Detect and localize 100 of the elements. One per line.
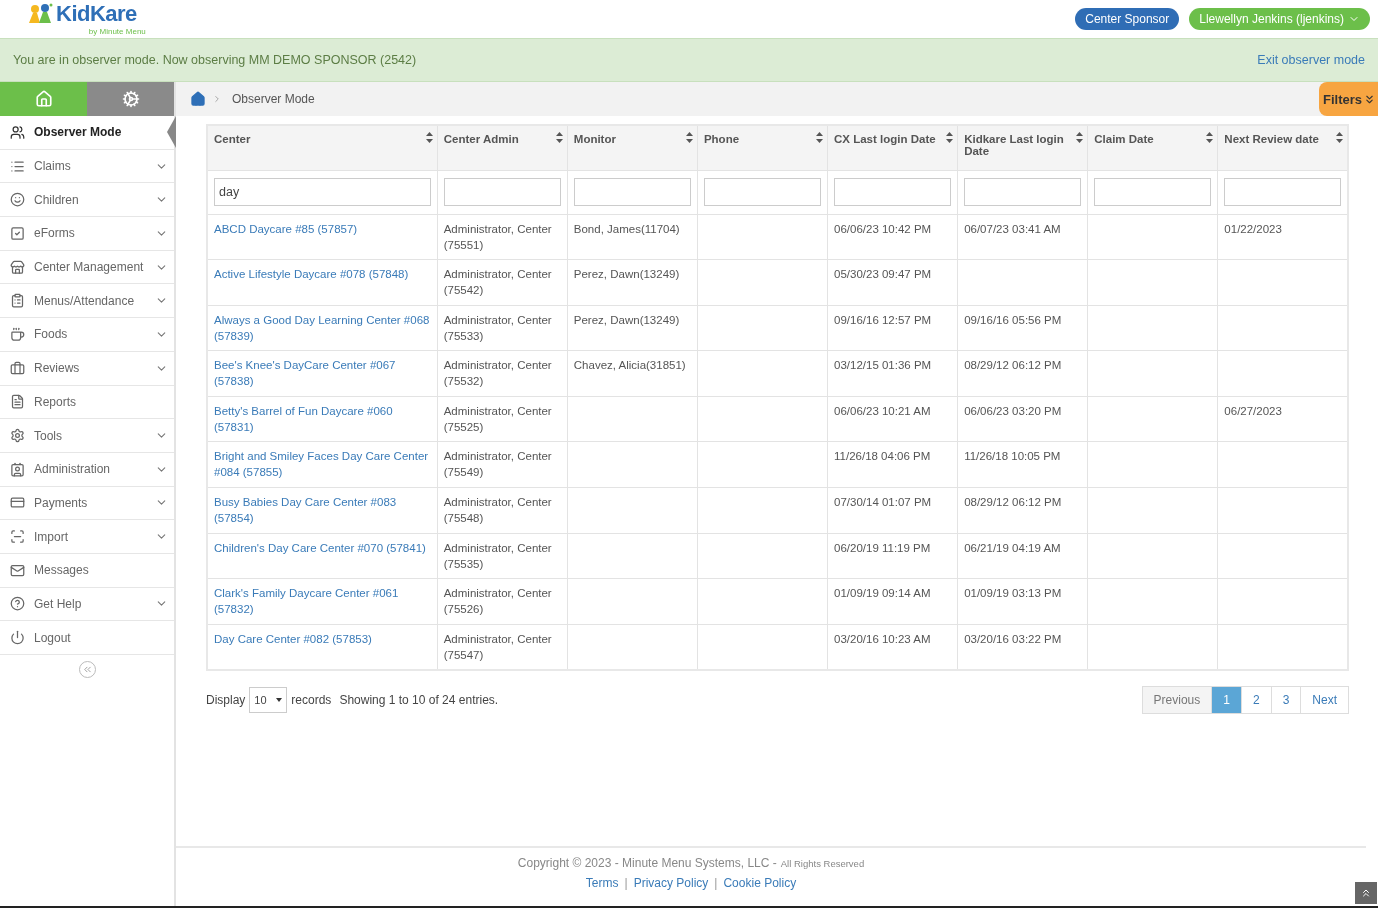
- caret-icon: [276, 697, 283, 702]
- table-cell: Administrator, Center (75547): [443, 632, 552, 661]
- next-page-button[interactable]: Next: [1300, 685, 1349, 714]
- column-filter-field[interactable]: [443, 178, 561, 206]
- table-cell: 06/06/23 10:21 AM: [834, 404, 931, 417]
- link-separator: |: [624, 876, 628, 890]
- column-header[interactable]: Center: [207, 125, 438, 170]
- previous-page-button[interactable]: Previous: [1141, 685, 1213, 714]
- logo-tagline: by Minute Menu: [88, 26, 146, 36]
- store-icon: [10, 259, 25, 275]
- table-cell: 09/16/16 12:57 PM: [834, 313, 932, 326]
- double-chevron-up-icon: [1360, 887, 1372, 899]
- table-cell: Chavez, Alicia(31851): [573, 359, 686, 372]
- footer-link[interactable]: Privacy Policy: [633, 876, 709, 890]
- table-cell: 11/26/18 04:06 PM: [834, 450, 931, 463]
- table-cell: 01/09/19 03:13 PM: [964, 587, 1062, 600]
- collapse-sidebar-button[interactable]: [78, 661, 96, 678]
- banner-message: You are in observer mode. Now observing MM DEMO SPONSOR (2542): [13, 53, 417, 67]
- table-cell: Administrator, Center (75542): [443, 268, 552, 297]
- display-label: Display: [206, 692, 246, 707]
- column-filter-field[interactable]: [964, 178, 1082, 206]
- settings-tab[interactable]: [87, 82, 174, 116]
- sidebar-item[interactable]: Observer Mode: [0, 116, 174, 150]
- column-filter-field[interactable]: [1094, 178, 1212, 206]
- table-cell: 01/09/19 09:14 AM: [834, 587, 931, 600]
- sort-icon[interactable]: [555, 132, 563, 143]
- sort-icon[interactable]: [1336, 132, 1343, 143]
- breadcrumb-current: Observer Mode: [232, 92, 316, 106]
- sort-icon[interactable]: [1076, 132, 1084, 143]
- home-icon[interactable]: [190, 91, 206, 107]
- footer-link[interactable]: Terms: [585, 876, 619, 890]
- sort-icon[interactable]: [425, 132, 433, 143]
- sort-icon[interactable]: [946, 132, 954, 143]
- list-icon: [10, 158, 25, 174]
- column-header[interactable]: Phone: [697, 125, 828, 170]
- entries-summary: Showing 1 to 10 of 24 entries.: [339, 692, 499, 707]
- page-size-select[interactable]: 10: [249, 686, 288, 713]
- table-cell: Bond, James(11704): [573, 222, 680, 235]
- table-cell: Administrator, Center (75551): [443, 222, 552, 251]
- column-filter-field[interactable]: [1224, 178, 1341, 206]
- table-cell: 06/21/19 04:19 AM: [964, 541, 1061, 554]
- table-cell: 08/29/12 06:12 PM: [964, 496, 1062, 509]
- footer-link[interactable]: Cookie Policy: [723, 876, 797, 890]
- copyright-text: Copyright © 2023 - Minute Menu Systems, LLC -: [517, 856, 777, 870]
- home-tab[interactable]: [0, 82, 87, 116]
- table-cell: Administrator, Center (75533): [443, 313, 552, 342]
- credit-card-icon: [10, 495, 25, 511]
- table-cell: Perez, Dawn(13249): [573, 313, 680, 326]
- exit-observer-link[interactable]: Exit observer mode: [1257, 53, 1365, 67]
- column-header[interactable]: Kidkare Last login Date: [957, 125, 1088, 170]
- table-cell: 11/26/18 10:05 PM: [964, 450, 1061, 463]
- filters-button[interactable]: Filters: [1319, 82, 1378, 116]
- records-label: records: [291, 692, 332, 707]
- help-icon: [10, 596, 25, 612]
- double-chevron-left-icon: [81, 664, 93, 675]
- scroll-to-top-button[interactable]: [1355, 882, 1377, 904]
- logo-icon: [28, 2, 54, 25]
- gears-icon: [121, 90, 140, 108]
- column-header[interactable]: Center Admin: [437, 125, 568, 170]
- power-icon: [10, 630, 25, 646]
- checkbox-icon: [10, 225, 25, 241]
- table-cell: Administrator, Center (75548): [443, 496, 552, 525]
- breadcrumb-separator-icon: [212, 94, 222, 104]
- column-filter-field[interactable]: [703, 178, 821, 206]
- table-cell: Administrator, Center (75535): [443, 541, 552, 570]
- id-card-icon: [10, 461, 25, 477]
- table-cell: 06/07/23 03:41 AM: [964, 222, 1061, 235]
- column-header[interactable]: Claim Date: [1087, 125, 1218, 170]
- link-separator: |: [714, 876, 718, 890]
- column-header[interactable]: CX Last login Date: [827, 125, 958, 170]
- scan-icon: [10, 529, 25, 545]
- role-button[interactable]: Center Sponsor: [1075, 8, 1180, 30]
- sort-icon[interactable]: [685, 132, 693, 143]
- rights-text: All Rights Reserved: [780, 858, 865, 869]
- home-icon: [34, 90, 53, 108]
- table-cell: 06/06/23 03:20 PM: [964, 404, 1062, 417]
- sort-icon[interactable]: [1206, 132, 1214, 143]
- column-filter-field[interactable]: [573, 178, 691, 206]
- table-cell: 03/20/16 10:23 AM: [834, 632, 931, 645]
- table-cell: 03/12/15 01:36 PM: [834, 359, 932, 372]
- mail-icon: [10, 562, 25, 578]
- table-cell: Administrator, Center (75525): [443, 404, 552, 433]
- column-filter-field[interactable]: [834, 178, 952, 206]
- table-cell: 06/27/2023: [1224, 404, 1282, 417]
- column-header[interactable]: Next Review date: [1217, 125, 1348, 170]
- document-icon: [10, 394, 25, 410]
- table-cell: Administrator, Center (75549): [443, 450, 552, 479]
- page-button[interactable]: 2: [1240, 685, 1272, 714]
- sort-icon[interactable]: [816, 132, 823, 143]
- table-cell: Perez, Dawn(13249): [573, 268, 680, 281]
- column-header[interactable]: Monitor: [567, 125, 698, 170]
- column-filter-field[interactable]: day: [214, 178, 431, 206]
- table-cell: 03/20/16 03:22 PM: [964, 632, 1062, 645]
- table-cell: 06/20/19 11:19 PM: [834, 541, 931, 554]
- table-cell: 08/29/12 06:12 PM: [964, 359, 1062, 372]
- table-cell: 05/30/23 09:47 PM: [834, 268, 932, 281]
- table-cell: 09/16/16 05:56 PM: [964, 313, 1062, 326]
- table-cell: Administrator, Center (75532): [443, 359, 552, 388]
- cup-icon: [10, 326, 25, 342]
- smiley-icon: [10, 192, 25, 208]
